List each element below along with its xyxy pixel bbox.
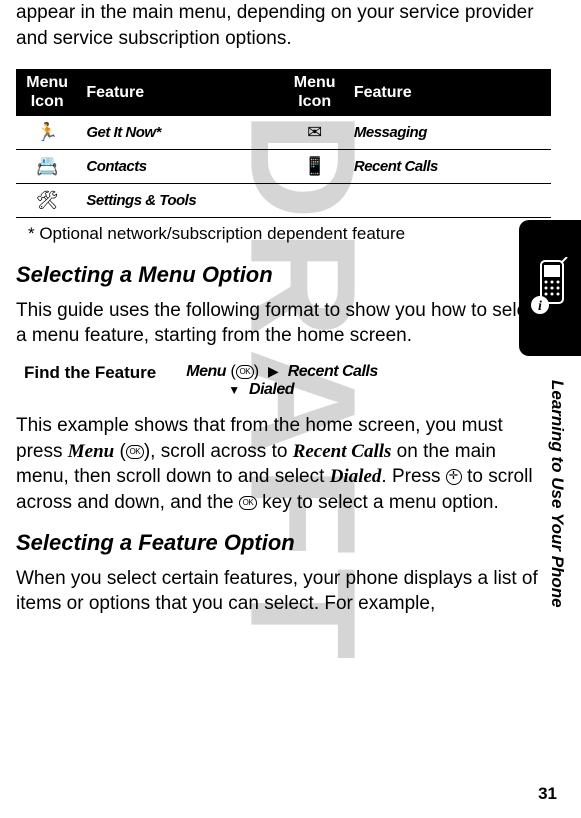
footnote-text: * Optional network/subscription dependen…: [28, 224, 551, 244]
page-number: 31: [538, 784, 557, 804]
find-the-feature-label: Find the Feature: [24, 363, 156, 399]
col-header-menu-icon-2: Menu Icon: [283, 69, 345, 115]
contacts-icon: 📇: [16, 149, 78, 183]
empty-icon: [283, 183, 345, 217]
arrow-down-icon: ▼: [228, 383, 240, 397]
messaging-icon: ✉: [283, 116, 345, 150]
menu-icon-table: Menu Icon Feature Menu Icon Feature 🏃 Ge…: [16, 69, 551, 217]
section-heading-selecting-feature: Selecting a Feature Option: [16, 530, 551, 556]
arrow-right-icon: ▶: [268, 363, 279, 379]
menu-path: Menu (OK) ▶ Recent Calls ▼ Dialed: [186, 363, 378, 399]
svg-text:i: i: [538, 299, 542, 314]
section1-para2: This example shows that from the home sc…: [16, 413, 551, 516]
col-header-menu-icon: Menu Icon: [16, 69, 78, 115]
section-heading-selecting-menu: Selecting a Menu Option: [16, 262, 551, 288]
feature-label: Settings & Tools: [78, 183, 283, 217]
intro-paragraph: appear in the main menu, depending on yo…: [16, 0, 551, 51]
side-section-label: Learning to Use Your Phone: [547, 380, 567, 608]
table-row: 🛠 Settings & Tools: [16, 183, 551, 217]
feature-label: [346, 183, 551, 217]
section2-para: When you select certain features, your p…: [16, 566, 551, 617]
ok-key-icon: OK: [239, 496, 257, 510]
feature-label: Contacts: [78, 149, 283, 183]
section1-para1: This guide uses the following format to …: [16, 298, 551, 349]
side-tab-phone-icon: i: [519, 220, 581, 356]
feature-label: Recent Calls: [346, 149, 551, 183]
table-row: 📇 Contacts 📱 Recent Calls: [16, 149, 551, 183]
settings-tools-icon: 🛠: [16, 183, 78, 217]
table-row: 🏃 Get It Now* ✉ Messaging: [16, 116, 551, 150]
get-it-now-icon: 🏃: [16, 116, 78, 150]
recent-calls-icon: 📱: [283, 149, 345, 183]
col-header-feature-2: Feature: [346, 69, 551, 115]
find-feature-row: Find the Feature Menu (OK) ▶ Recent Call…: [16, 363, 551, 399]
ok-key-icon: OK: [236, 365, 254, 379]
feature-label: Messaging: [346, 116, 551, 150]
ok-key-icon: OK: [126, 445, 144, 459]
nav-key-icon: [446, 469, 462, 485]
col-header-feature: Feature: [78, 69, 283, 115]
feature-label: Get It Now*: [78, 116, 283, 150]
